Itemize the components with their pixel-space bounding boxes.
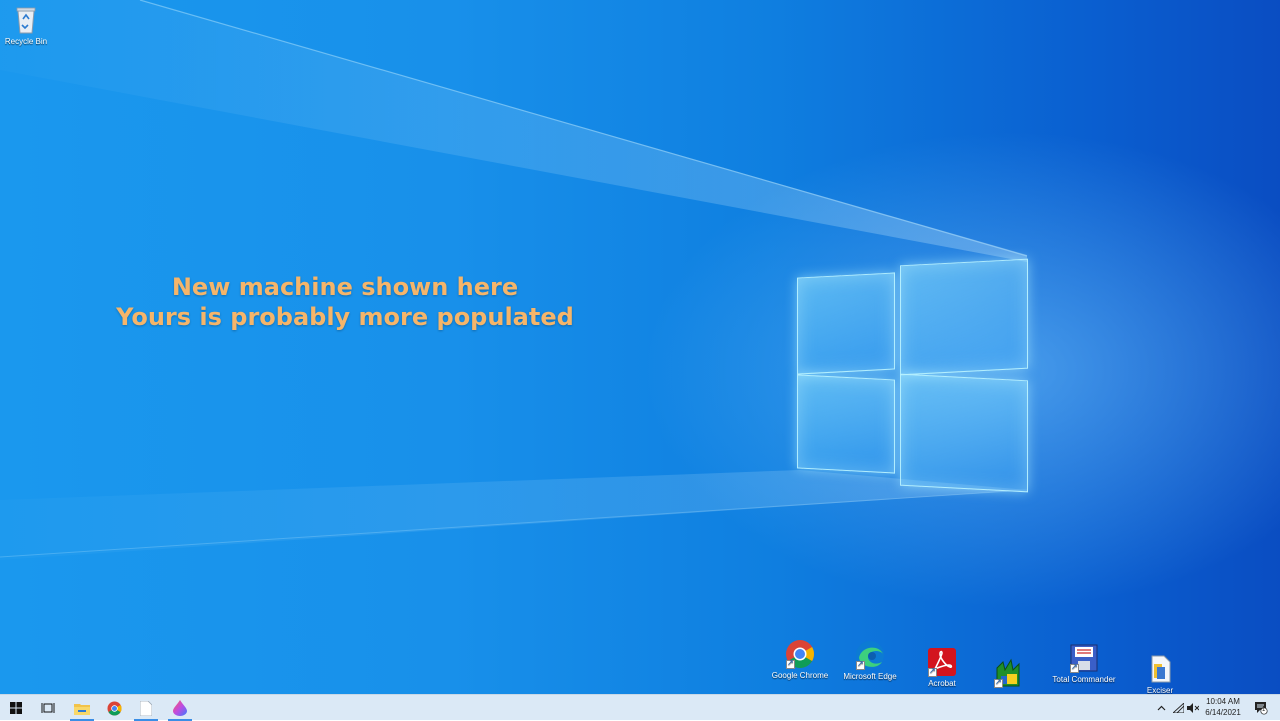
desktop-icon-total-commander[interactable]: Total Commander (1052, 643, 1116, 684)
clock-time: 10:04 AM (1206, 697, 1240, 706)
taskbar-app[interactable] (164, 695, 196, 721)
total-commander-label: Total Commander (1052, 675, 1116, 684)
shortcut-arrow-icon (1070, 662, 1079, 673)
chrome-icon (107, 701, 121, 715)
network-icon (1172, 703, 1184, 713)
clock-date: 6/14/2021 (1205, 708, 1241, 717)
taskbar-blank-document[interactable] (130, 695, 162, 721)
taskbar-clock[interactable]: 10:04 AM 6/14/2021 (1196, 696, 1250, 718)
microsoft-edge-label: Microsoft Edge (843, 672, 897, 681)
windows-logo-pane (797, 272, 895, 375)
windows-logo-pane (900, 258, 1028, 376)
desktop-icon-acrobat[interactable]: Acrobat (910, 647, 974, 688)
app-drop-icon (173, 700, 187, 716)
desktop: New machine shown here Yours is probably… (0, 0, 1280, 694)
show-hidden-icons-button[interactable] (1154, 695, 1168, 721)
taskbar-file-explorer[interactable] (66, 695, 98, 721)
shortcut-arrow-icon (994, 677, 1003, 688)
shortcut-arrow-icon (928, 666, 937, 677)
notification-icon (1255, 702, 1268, 715)
acrobat-icon (927, 647, 957, 677)
overlay-line-1: New machine shown here (171, 273, 519, 301)
desktop-icon-microsoft-edge[interactable]: Microsoft Edge (838, 640, 902, 681)
chevron-up-icon (1157, 705, 1165, 711)
notification-count: 1 (1262, 707, 1266, 713)
chrome-icon (785, 639, 815, 669)
desktop-icon-recycle-bin[interactable]: Recycle Bin (0, 5, 58, 46)
desktop-icon-exciser[interactable]: Exciser (1128, 654, 1192, 694)
edge-icon (855, 640, 885, 670)
action-center-button[interactable]: 1 (1250, 695, 1272, 721)
start-button[interactable] (0, 695, 32, 721)
google-chrome-label: Google Chrome (771, 671, 829, 680)
desktop-icon-google-chrome[interactable]: Google Chrome (768, 639, 832, 680)
windows-logo-pane (797, 374, 895, 474)
task-view-button[interactable] (32, 695, 64, 721)
green-app-icon (993, 658, 1023, 688)
taskbar: 10:04 AM 6/14/2021 1 (0, 694, 1280, 721)
file-explorer-icon (74, 703, 90, 715)
windows-start-icon (10, 702, 22, 714)
desktop-icon-green-app[interactable] (976, 658, 1040, 690)
total-commander-icon (1069, 643, 1099, 673)
taskbar-chrome[interactable] (98, 695, 130, 721)
windows-logo-pane (900, 373, 1028, 493)
task-view-icon (41, 703, 55, 713)
shortcut-arrow-icon (856, 659, 865, 670)
exciser-label: Exciser (1146, 686, 1174, 694)
overlay-caption: New machine shown here Yours is probably… (80, 272, 610, 332)
overlay-line-2: Yours is probably more populated (116, 303, 574, 331)
blank-document-icon (140, 700, 152, 716)
shortcut-arrow-icon (786, 658, 795, 669)
exciser-icon (1145, 654, 1175, 684)
network-button[interactable] (1171, 695, 1185, 721)
recycle-bin-icon (11, 5, 41, 35)
wallpaper-light-beams (0, 0, 1028, 560)
acrobat-label: Acrobat (928, 679, 956, 688)
recycle-bin-label: Recycle Bin (4, 37, 48, 46)
